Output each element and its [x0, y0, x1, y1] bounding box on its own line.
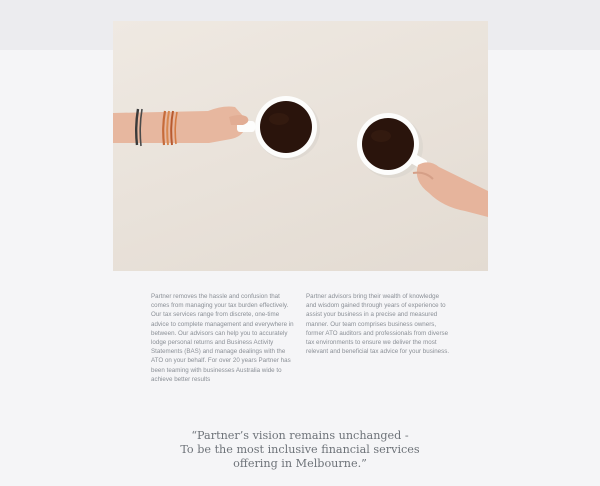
quote-line-2: To be the most inclusive financial servi…	[180, 443, 420, 456]
hero-image	[113, 21, 488, 271]
right-hand	[416, 162, 488, 217]
quote-line-1: “Partner’s vision remains unchanged -	[191, 429, 409, 442]
vision-quote: “Partner’s vision remains unchanged - To…	[140, 429, 460, 471]
about-paragraph-right: Partner advisors bring their wealth of k…	[306, 293, 450, 356]
coffee-cups-illustration	[113, 96, 488, 217]
quote-line-3: offering in Melbourne.”	[233, 457, 367, 470]
left-arm	[113, 106, 247, 143]
about-paragraph-left: Partner removes the hassle and confusion…	[151, 293, 294, 383]
